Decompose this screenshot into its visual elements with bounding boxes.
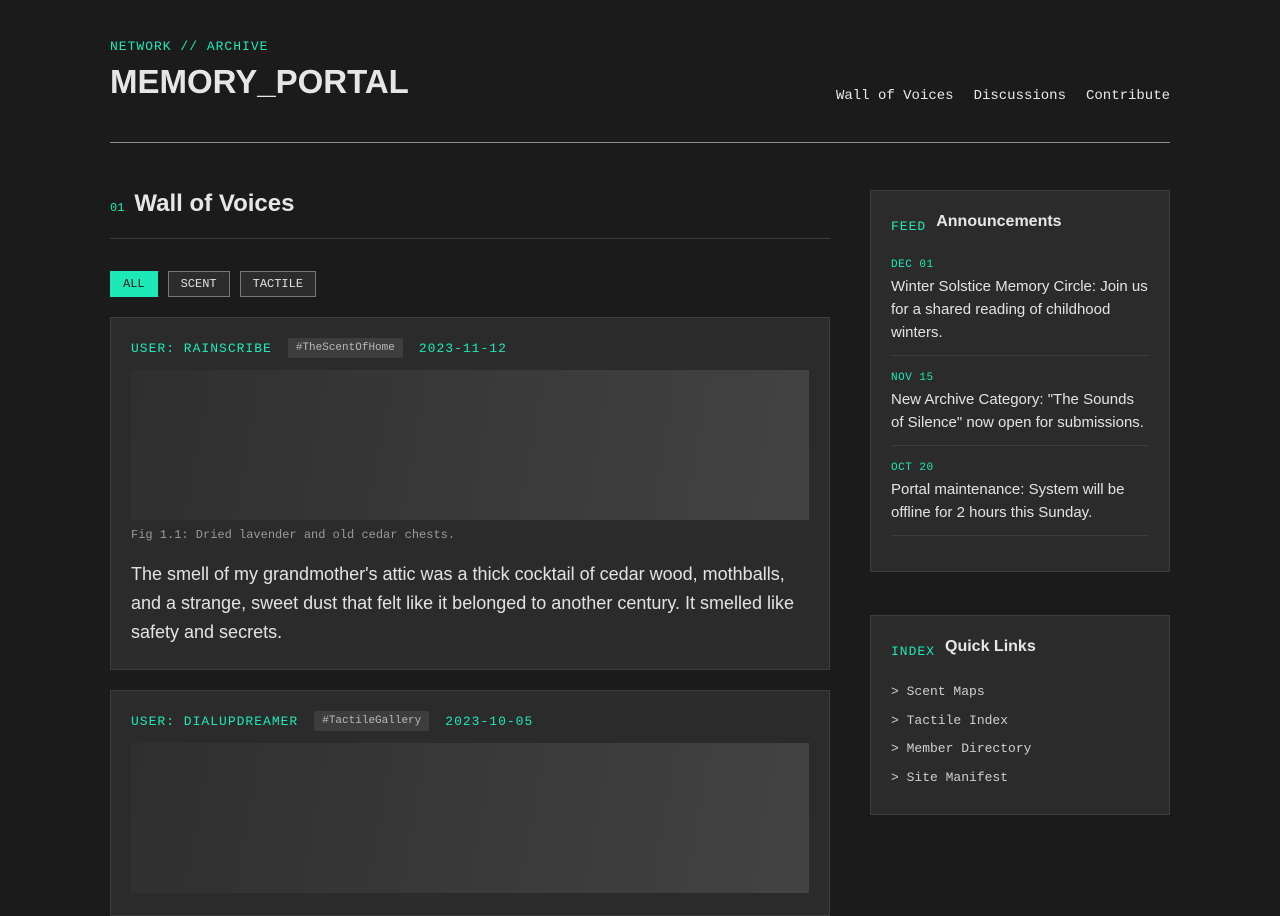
announcements-kicker: FEED [891, 219, 927, 234]
image-caption: Fig 1.1: Dried lavender and old cedar ch… [131, 528, 456, 542]
announcements-header: FEED Announcements [891, 213, 1149, 234]
memory-post: USER: RAINSCRIBE #TheScentOfHome 2023-11… [110, 317, 830, 670]
breadcrumb: NETWORK // ARCHIVE [110, 39, 269, 54]
announcement-date: NOV 15 [891, 372, 934, 384]
filter-scent-button[interactable]: SCENT [167, 271, 230, 297]
link-tactile-index[interactable]: > Tactile Index [891, 713, 1149, 742]
post-username[interactable]: USER: DIALUPDREAMER [131, 714, 298, 729]
filter-bar: ALL SCENT TACTILE [110, 271, 830, 297]
site-title: MEMORY_PORTAL [110, 63, 409, 100]
announcement-item[interactable]: OCT 20 Portal maintenance: System will b… [891, 462, 1149, 536]
post-body: The smell of my grandmother's attic was … [131, 564, 795, 642]
section-title: Wall of Voices [134, 190, 295, 217]
main-nav: Wall of Voices Discussions Contribute [836, 88, 1170, 104]
announcement-item[interactable]: NOV 15 New Archive Category: "The Sounds… [891, 372, 1149, 446]
announcement-text: Portal maintenance: System will be offli… [891, 481, 1125, 521]
section-header: 01 Wall of Voices [110, 190, 830, 239]
nav-wall-of-voices[interactable]: Wall of Voices [836, 88, 954, 104]
site-header: NETWORK // ARCHIVE MEMORY_PORTAL Wall of… [110, 0, 1170, 143]
announcement-date: DEC 01 [891, 259, 934, 271]
post-meta: USER: DIALUPDREAMER #TactileGallery 2023… [131, 711, 809, 731]
link-member-directory[interactable]: > Member Directory [891, 741, 1149, 770]
announcements-card: FEED Announcements DEC 01 Winter Solstic… [870, 190, 1170, 572]
nav-discussions[interactable]: Discussions [974, 88, 1066, 104]
filter-tactile-button[interactable]: TACTILE [239, 271, 317, 297]
announcement-item[interactable]: DEC 01 Winter Solstice Memory Circle: Jo… [891, 259, 1149, 356]
memory-post: USER: DIALUPDREAMER #TactileGallery 2023… [110, 690, 830, 916]
link-scent-maps[interactable]: > Scent Maps [891, 684, 1149, 713]
quick-links-title: Quick Links [945, 638, 1036, 655]
main-content: 01 Wall of Voices ALL SCENT TACTILE USER… [110, 190, 830, 916]
announcements-title: Announcements [936, 213, 1062, 230]
post-username[interactable]: USER: RAINSCRIBE [131, 341, 272, 356]
announcement-date: OCT 20 [891, 462, 934, 474]
link-site-manifest[interactable]: > Site Manifest [891, 770, 1149, 799]
announcement-text: New Archive Category: "The Sounds of Sil… [891, 391, 1144, 431]
section-number: 01 [110, 201, 125, 215]
quick-links-list: > Scent Maps > Tactile Index > Member Di… [891, 684, 1149, 798]
quick-links-kicker: INDEX [891, 644, 936, 659]
announcement-text: Winter Solstice Memory Circle: Join us f… [891, 278, 1148, 341]
post-tag[interactable]: #TactileGallery [314, 711, 430, 731]
quick-links-card: INDEX Quick Links > Scent Maps > Tactile… [870, 615, 1170, 815]
post-tag[interactable]: #TheScentOfHome [287, 338, 403, 358]
post-date: 2023-11-12 [418, 340, 507, 356]
post-image [131, 370, 809, 520]
post-image [131, 743, 809, 893]
nav-contribute[interactable]: Contribute [1086, 88, 1170, 104]
quick-links-header: INDEX Quick Links [891, 638, 1149, 659]
post-date: 2023-10-05 [445, 713, 534, 729]
filter-all-button[interactable]: ALL [110, 271, 158, 297]
post-meta: USER: RAINSCRIBE #TheScentOfHome 2023-11… [131, 338, 809, 358]
